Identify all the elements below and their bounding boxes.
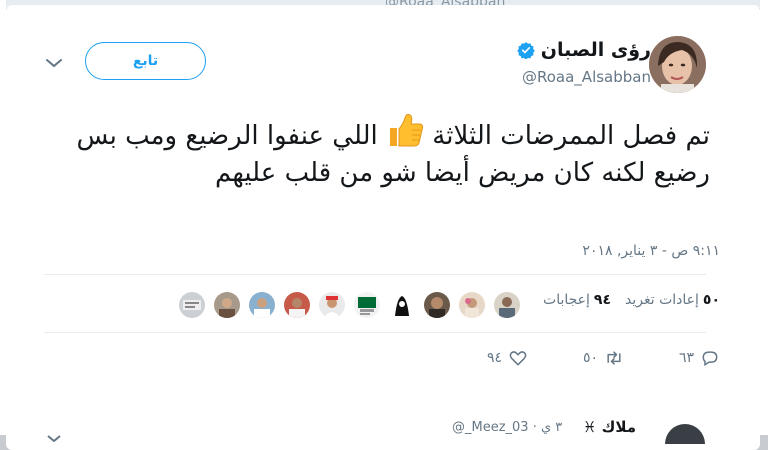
- author-handle[interactable]: @Roaa_Alsabban: [522, 68, 651, 86]
- likes-label: إعجابات: [543, 292, 590, 308]
- more-options-button[interactable]: [45, 55, 63, 69]
- liker-avatar[interactable]: [179, 292, 205, 318]
- reply-count: ٦٣: [678, 350, 694, 366]
- likes-count: ٩٤: [593, 292, 612, 308]
- like-count: ٩٤: [486, 350, 502, 366]
- retweets-stat[interactable]: ٥٠إعادات تغريد: [625, 292, 720, 308]
- tweet-actions: ٦٣ ٥٠ ٩٤: [432, 348, 720, 368]
- reply-icon: [702, 351, 718, 366]
- author-name-row[interactable]: رؤى الصبان: [517, 39, 651, 61]
- like-button[interactable]: ٩٤: [432, 348, 528, 368]
- follow-button[interactable]: تابع: [85, 42, 206, 80]
- liker-avatars: [179, 292, 520, 318]
- retweet-count: ٥٠: [582, 350, 598, 366]
- thumbs-up-icon: [386, 112, 424, 157]
- reply-button[interactable]: ٦٣: [624, 348, 720, 368]
- liker-avatar[interactable]: [284, 292, 310, 318]
- liker-avatar[interactable]: [354, 292, 380, 318]
- retweet-icon: [607, 351, 621, 365]
- heart-icon: [509, 351, 527, 366]
- liker-avatar[interactable]: [249, 292, 275, 318]
- tweet-text-part1: تم فصل الممرضات الثلاثة: [432, 121, 710, 151]
- liker-avatar[interactable]: [214, 292, 240, 318]
- likes-stat[interactable]: ٩٤إعجابات: [543, 292, 611, 308]
- tweet-timestamp[interactable]: ٩:١١ ص - ٣ يناير, ٢٠١٨: [582, 243, 720, 259]
- author-display-name[interactable]: رؤى الصبان: [541, 39, 651, 61]
- tweet-stats: ٥٠إعادات تغريد ٩٤إعجابات: [543, 292, 720, 308]
- liker-avatar[interactable]: [389, 292, 415, 318]
- next-tweet-handle[interactable]: @_Meez_03 · ٣ ي: [452, 420, 562, 435]
- chevron-down-icon: [46, 59, 62, 68]
- next-tweet-more-button[interactable]: [47, 427, 61, 443]
- next-tweet-author-name[interactable]: ملاك ♓: [583, 418, 636, 436]
- retweets-label: إعادات تغريد: [625, 292, 699, 308]
- background-right-edge: [760, 0, 768, 435]
- liker-avatar[interactable]: [319, 292, 345, 318]
- retweets-count: ٥٠: [702, 292, 720, 308]
- tweet-text: تم فصل الممرضات الثلاثة اللي عنفوا الرضي…: [50, 112, 710, 190]
- liker-avatar[interactable]: [459, 292, 485, 318]
- stats-divider-top: [44, 274, 706, 275]
- retweet-button[interactable]: ٥٠: [528, 348, 624, 368]
- author-avatar[interactable]: [649, 36, 706, 93]
- liker-avatar[interactable]: [494, 292, 520, 318]
- verified-badge-icon: [517, 41, 535, 60]
- liker-avatar[interactable]: [424, 292, 450, 318]
- avatar-photo-icon: [649, 36, 706, 93]
- stats-divider-bottom: [44, 332, 706, 333]
- chevron-down-icon: [47, 435, 61, 443]
